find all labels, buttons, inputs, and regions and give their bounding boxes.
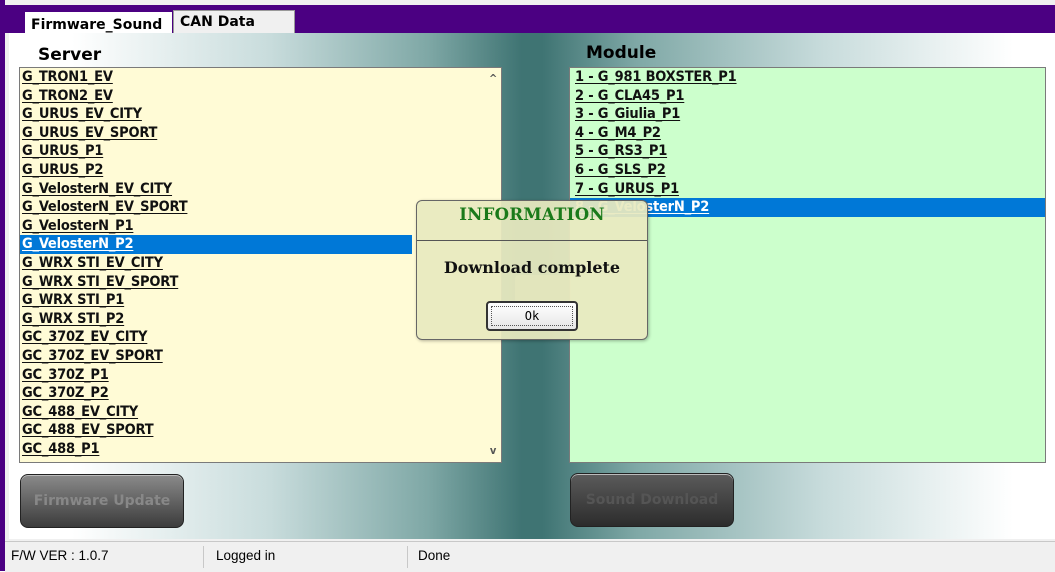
sound-download-button[interactable]: Sound Download — [570, 473, 734, 527]
server-list-item[interactable]: GC_488_EV_CITY — [20, 403, 410, 422]
window-left-border — [0, 0, 5, 571]
server-list-item[interactable]: G_WRX STI_P2 — [20, 310, 410, 329]
server-list-item[interactable]: GC_370Z_EV_SPORT — [20, 347, 410, 366]
server-list-item[interactable]: G_WRX STI_EV_SPORT — [20, 273, 410, 292]
server-list-item[interactable]: G_WRX STI_P1 — [20, 291, 410, 310]
scroll-up-arrow-icon[interactable]: ^ — [485, 70, 501, 88]
server-list-item[interactable]: G_WRX STI_EV_CITY — [20, 254, 410, 273]
module-list-item[interactable]: 5 - G_RS3_P1 — [570, 142, 1045, 161]
server-list-item[interactable]: GC_370Z_P1 — [20, 366, 410, 385]
server-list-item[interactable]: G_TRON2_EV — [20, 87, 410, 106]
module-title: Module — [586, 43, 657, 63]
server-list-item[interactable]: G_VelosterN_EV_CITY — [20, 180, 410, 199]
server-list-item[interactable]: G_URUS_P2 — [20, 161, 410, 180]
tab-can-data-log[interactable]: CAN Data Log — [173, 10, 295, 52]
server-list-item[interactable]: G_URUS_P1 — [20, 142, 410, 161]
server-list-item[interactable]: G_TRON1_EV — [20, 68, 410, 87]
status-separator — [203, 546, 204, 568]
server-list-item[interactable]: GC_370Z_P2 — [20, 384, 410, 403]
server-list-rows: G_TRON1_EV G_TRON2_EV G_URUS_EV_CITY G_URUS… — [20, 68, 412, 459]
dialog-title: INFORMATION — [459, 205, 605, 224]
server-list-item[interactable]: GC_488_EV_SPORT — [20, 421, 410, 440]
login-status: Logged in — [216, 548, 276, 563]
server-list-item[interactable]: G_URUS_EV_CITY — [20, 105, 410, 124]
server-title: Server — [38, 45, 102, 65]
ok-button[interactable]: Ok — [486, 301, 578, 331]
module-list-item[interactable]: 3 - G_Giulia_P1 — [570, 105, 1045, 124]
dialog-divider — [417, 240, 647, 241]
operation-status: Done — [418, 548, 451, 563]
status-separator — [407, 546, 408, 568]
server-list-item[interactable]: G_URUS_EV_SPORT — [20, 124, 410, 143]
server-list-item[interactable]: G_VelosterN_P1 — [20, 217, 410, 236]
information-dialog: INFORMATION Download complete Ok — [416, 200, 648, 340]
server-list-item[interactable]: GC_370Z_EV_CITY — [20, 328, 410, 347]
dialog-message: Download complete — [443, 258, 621, 277]
app-window: Firmware_Sound CAN Data Log Server Modul… — [0, 0, 1055, 572]
module-list-item[interactable]: 4 - G_M4_P2 — [570, 124, 1045, 143]
tab-strip: Firmware_Sound CAN Data Log — [5, 5, 1055, 52]
module-list-item[interactable]: 7 - G_URUS_P1 — [570, 180, 1045, 199]
scroll-down-arrow-icon[interactable]: v — [485, 442, 501, 460]
module-list-item[interactable]: 2 - G_CLA45_P1 — [570, 87, 1045, 106]
module-list-rows: 1 - G_981 BOXSTER_P1 2 - G_CLA45_P1 3 - G_… — [570, 68, 1045, 217]
ok-focus-ring — [491, 306, 573, 326]
server-list-item[interactable]: GC_488_P1 — [20, 440, 410, 459]
module-list-item[interactable]: 6 - G_SLS_P2 — [570, 161, 1045, 180]
status-bar: F/W VER : 1.0.7 Logged in Done — [5, 541, 1055, 572]
server-list-item[interactable]: G_VelosterN_EV_SPORT — [20, 198, 410, 217]
server-list-item[interactable]: G_VelosterN_P2 — [20, 235, 412, 254]
firmware-update-button[interactable]: Firmware Update — [20, 474, 184, 528]
firmware-version: F/W VER : 1.0.7 — [11, 548, 109, 563]
module-list-item[interactable]: 1 - G_981 BOXSTER_P1 — [570, 68, 1045, 87]
